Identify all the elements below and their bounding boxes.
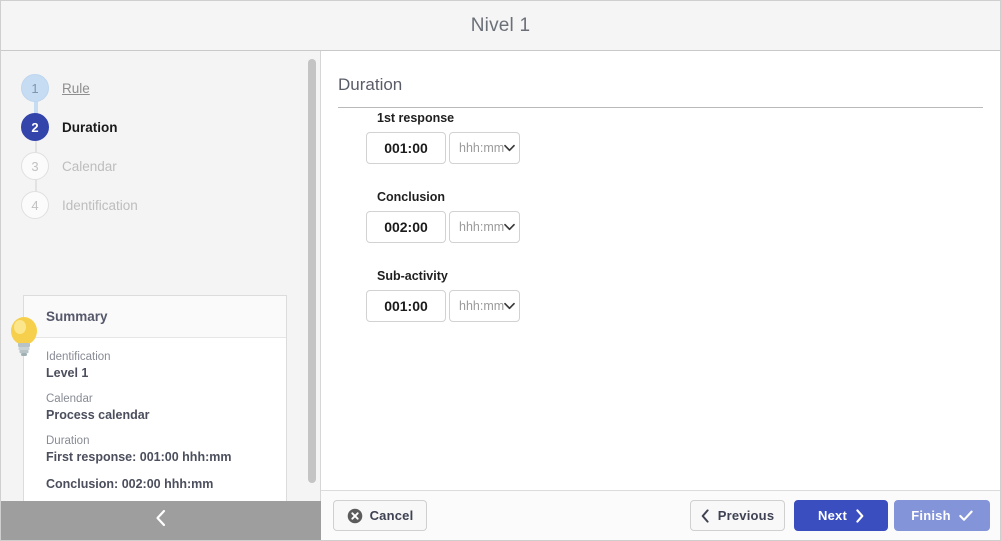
conclusion-input[interactable] <box>366 211 446 243</box>
step-number-badge-1: 1 <box>21 74 49 102</box>
step-label-calendar: Calendar <box>62 158 117 174</box>
chevron-left-icon <box>701 508 710 523</box>
summary-body: Identification Level 1 Calendar Process … <box>24 338 286 501</box>
field-row-subactivity: hhh:mm <box>366 290 520 322</box>
summary-label-calendar: Calendar <box>46 393 93 405</box>
wizard-footer: Cancel Previous Next Finish <box>321 490 1000 540</box>
next-button[interactable]: Next <box>794 500 888 531</box>
subactivity-input[interactable] <box>366 290 446 322</box>
previous-button[interactable]: Previous <box>690 500 785 531</box>
chevron-down-icon <box>504 139 516 157</box>
summary-card: Summary Identification Level 1 Calendar … <box>23 295 287 501</box>
subactivity-unit-select[interactable]: hhh:mm <box>449 290 520 322</box>
step-number-badge-3: 3 <box>21 152 49 180</box>
duration-form: 1st response hhh:mm Conclusion <box>366 111 520 348</box>
subactivity-unit-label: hhh:mm <box>459 299 505 313</box>
check-icon <box>958 510 973 522</box>
summary-group-conclusion: Conclusion: 002:00 hhh:mm <box>46 476 268 492</box>
summary-heading: Summary <box>46 309 108 324</box>
summary-label-duration: Duration <box>46 435 90 447</box>
summary-group-calendar: Calendar Process calendar <box>46 392 268 423</box>
conclusion-unit-select[interactable]: hhh:mm <box>449 211 520 243</box>
sidebar-scrollbar[interactable] <box>308 59 316 493</box>
lightbulb-icon <box>7 313 41 359</box>
summary-value-identification: Level 1 <box>46 366 89 380</box>
page-title: Nivel 1 <box>470 14 531 36</box>
field-group-conclusion: Conclusion hhh:mm <box>366 190 520 243</box>
chevron-down-icon <box>504 218 516 236</box>
section-title: Duration <box>338 75 983 108</box>
field-label-first-response: 1st response <box>377 111 455 125</box>
sidebar-step-duration[interactable]: 2 Duration <box>21 108 281 146</box>
summary-value-calendar: Process calendar <box>46 408 150 422</box>
summary-group-identification: Identification Level 1 <box>46 350 268 381</box>
sidebar-step-calendar[interactable]: 3 Calendar <box>21 147 281 185</box>
cancel-button-label: Cancel <box>369 508 414 523</box>
field-label-conclusion: Conclusion <box>377 190 446 204</box>
summary-value-conclusion: Conclusion: 002:00 hhh:mm <box>46 477 214 491</box>
finish-button-label: Finish <box>911 508 951 523</box>
sidebar-collapse-button[interactable] <box>1 501 321 540</box>
field-row-conclusion: hhh:mm <box>366 211 520 243</box>
step-label-duration: Duration <box>62 119 118 135</box>
summary-group-duration: Duration First response: 001:00 hhh:mm <box>46 434 268 465</box>
window-header: Nivel 1 <box>1 1 1000 51</box>
first-response-unit-label: hhh:mm <box>459 141 505 155</box>
field-label-subactivity: Sub-activity <box>377 269 448 283</box>
chevron-right-icon <box>855 508 864 523</box>
sidebar-step-rule[interactable]: 1 Rule <box>21 69 281 107</box>
first-response-unit-select[interactable]: hhh:mm <box>449 132 520 164</box>
previous-button-label: Previous <box>717 508 775 523</box>
conclusion-unit-label: hhh:mm <box>459 220 505 234</box>
step-number-badge-2: 2 <box>21 113 49 141</box>
first-response-input[interactable] <box>366 132 446 164</box>
wizard-sidebar: 1 Rule 2 Duration 3 Calendar 4 Identific… <box>1 51 321 501</box>
finish-button[interactable]: Finish <box>894 500 990 531</box>
main-content: Duration 1st response hhh:mm <box>321 51 1000 490</box>
field-row-first-response: hhh:mm <box>366 132 520 164</box>
next-button-label: Next <box>818 508 847 523</box>
step-label-rule: Rule <box>62 80 90 96</box>
field-group-first-response: 1st response hhh:mm <box>366 111 520 164</box>
cancel-button[interactable]: Cancel <box>333 500 427 531</box>
step-number-badge-4: 4 <box>21 191 49 219</box>
chevron-left-icon <box>154 508 168 533</box>
sidebar-step-identification[interactable]: 4 Identification <box>21 186 281 224</box>
summary-header: Summary <box>24 296 286 338</box>
step-label-identification: Identification <box>62 197 138 213</box>
sidebar-scrollbar-thumb[interactable] <box>308 59 316 483</box>
summary-value-first-response: First response: 001:00 hhh:mm <box>46 450 232 464</box>
wizard-window: Nivel 1 1 Rule 2 Duration 3 Calendar 4 I… <box>0 0 1001 541</box>
field-group-subactivity: Sub-activity hhh:mm <box>366 269 520 322</box>
chevron-down-icon <box>504 297 516 315</box>
wizard-step-list: 1 Rule 2 Duration 3 Calendar 4 Identific… <box>21 69 281 225</box>
cancel-circle-x-icon <box>347 508 363 524</box>
summary-label-identification: Identification <box>46 351 111 363</box>
